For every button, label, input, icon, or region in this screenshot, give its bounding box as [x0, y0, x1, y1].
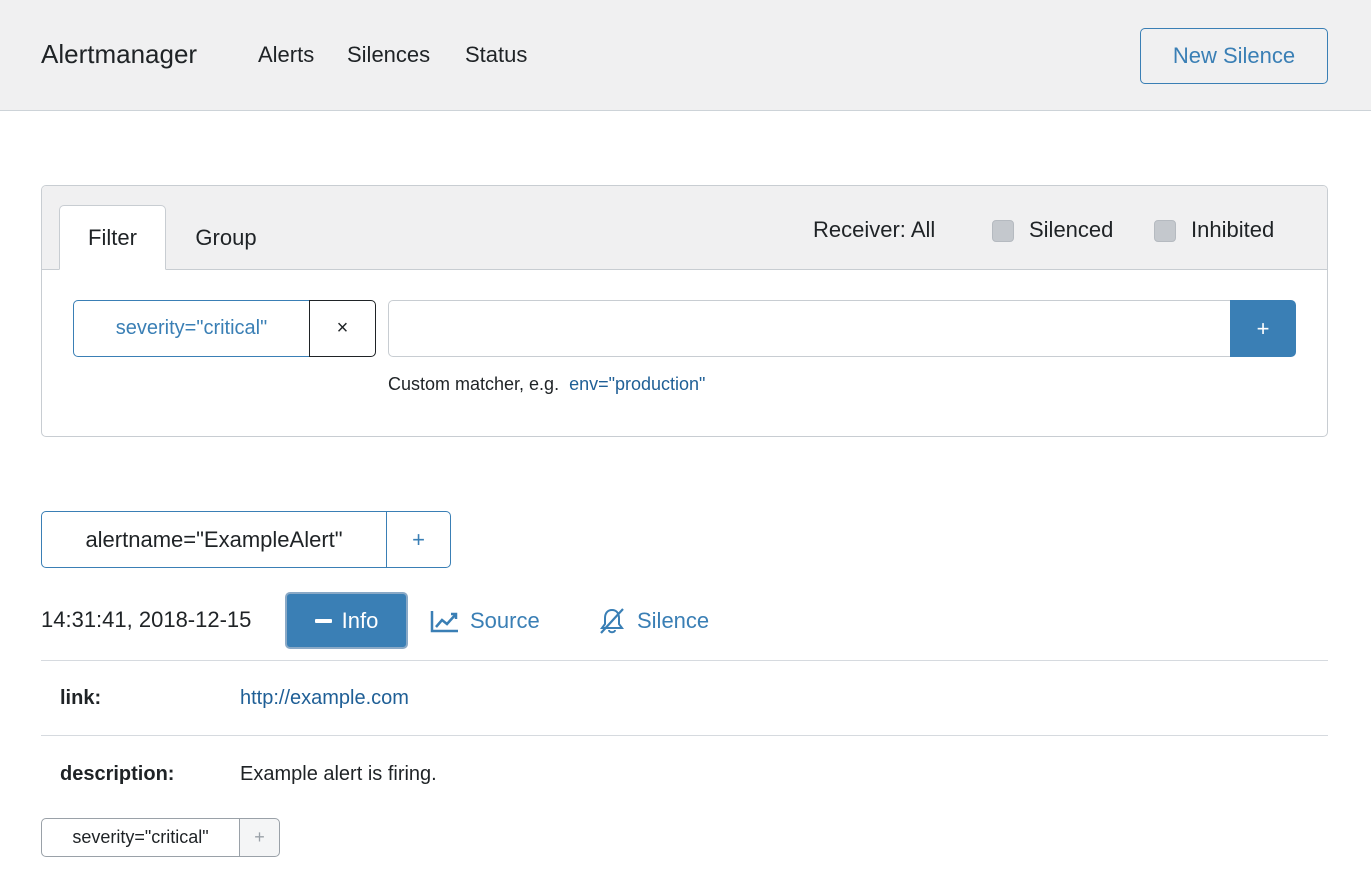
annotation-value-link[interactable]: http://example.com — [240, 687, 409, 710]
group-add-filter-button[interactable]: + — [386, 511, 451, 568]
inhibited-checkbox[interactable] — [1154, 220, 1176, 242]
brand-logo[interactable]: Alertmanager — [41, 39, 197, 70]
custom-matcher-input[interactable] — [388, 300, 1231, 357]
silence-label: Silence — [637, 608, 710, 633]
source-button[interactable]: Source — [430, 602, 540, 640]
filter-card: Filter Group Receiver: All Silenced Inhi… — [41, 185, 1328, 437]
nav-link-status[interactable]: Status — [465, 42, 527, 68]
silenced-checkbox[interactable] — [992, 220, 1014, 242]
plus-icon: + — [1256, 315, 1270, 341]
add-matcher-button[interactable]: + — [1230, 300, 1296, 357]
info-button-label: Info — [341, 607, 379, 633]
plus-icon: + — [412, 526, 425, 552]
alert-label-pill[interactable]: severity="critical" — [41, 818, 240, 857]
bell-slash-icon — [600, 608, 624, 634]
annotation-key-description: description: — [60, 763, 175, 785]
silenced-label[interactable]: Silenced — [1029, 217, 1113, 243]
group-label-pill[interactable]: alertname="ExampleAlert" — [41, 511, 387, 568]
chart-line-icon — [430, 611, 458, 633]
inhibited-label[interactable]: Inhibited — [1191, 217, 1274, 243]
receiver-dropdown[interactable]: Receiver: All — [813, 217, 935, 243]
matcher-hint-example: env="production" — [569, 374, 706, 394]
filter-card-header: Filter Group Receiver: All Silenced Inhi… — [42, 186, 1327, 270]
tab-filter[interactable]: Filter — [59, 205, 166, 270]
plus-icon: + — [254, 827, 265, 847]
annotation-key-link: link: — [60, 687, 102, 709]
matcher-hint-text: Custom matcher, e.g. — [388, 374, 560, 394]
alert-timestamp: 14:31:41, 2018-12-15 — [41, 607, 252, 632]
info-toggle-button[interactable]: Info — [285, 592, 408, 649]
annotation-value-description: Example alert is firing. — [240, 763, 437, 785]
tab-group[interactable]: Group — [176, 205, 276, 270]
minus-icon — [314, 618, 332, 623]
alert-label-add-button[interactable]: + — [239, 818, 280, 857]
silence-button[interactable]: Silence — [597, 602, 709, 640]
close-icon: × — [336, 317, 349, 339]
active-matcher-pill[interactable]: severity="critical" — [73, 300, 310, 357]
annotation-divider — [41, 660, 1328, 661]
nav-link-alerts[interactable]: Alerts — [258, 42, 314, 68]
matcher-hint: Custom matcher, e.g. env="production" — [388, 374, 705, 395]
new-silence-button[interactable]: New Silence — [1140, 28, 1328, 84]
annotation-divider — [41, 735, 1328, 736]
remove-matcher-button[interactable]: × — [309, 300, 376, 357]
source-label: Source — [470, 608, 540, 633]
navbar: Alertmanager Alerts Silences Status New … — [0, 0, 1371, 111]
nav-link-silences[interactable]: Silences — [347, 42, 430, 68]
